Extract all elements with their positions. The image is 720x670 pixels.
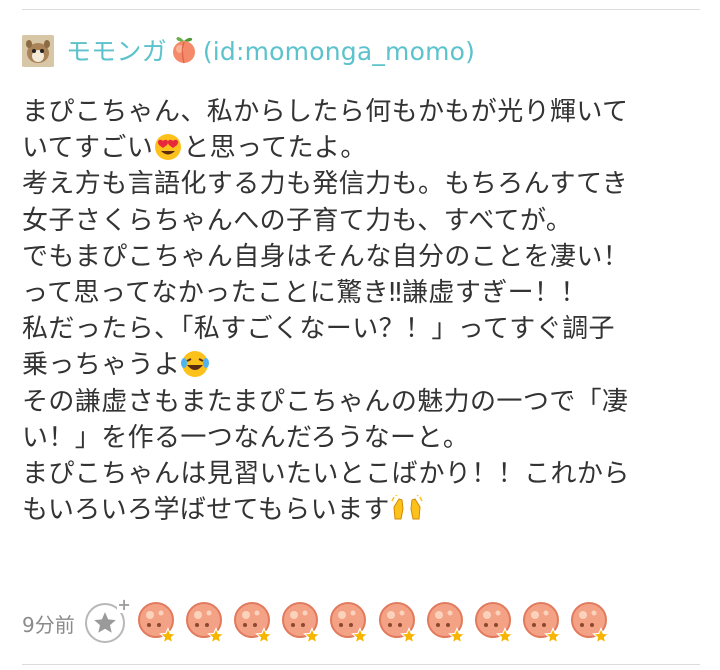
- user-id: (id:momonga_momo): [202, 37, 476, 66]
- peach-star-icon[interactable]: [233, 601, 273, 645]
- peach-star-icon[interactable]: [474, 601, 514, 645]
- raised-hands-emoji-icon: [391, 493, 423, 533]
- comment-line: 私だったら、「私すごくなーい？！」ってすぐ調子: [22, 314, 615, 345]
- peach-star-icon[interactable]: [426, 601, 466, 645]
- timestamp: 9分前: [22, 612, 75, 637]
- user-name-link[interactable]: モモンガ (id:momonga_momo): [66, 32, 475, 70]
- comment-line: い！」を作る一つなんだろうなーと。: [22, 422, 470, 453]
- add-star-button[interactable]: +: [84, 597, 131, 643]
- peach-star-icon[interactable]: [185, 601, 225, 645]
- bottom-divider: [22, 664, 700, 665]
- peach-star-icon[interactable]: [522, 601, 563, 645]
- comment-line: 考え方も言語化する力も発信力も。もちろんすてき: [22, 169, 629, 200]
- comment-text: と思ってたよ。: [183, 133, 367, 164]
- peach-star-icon[interactable]: [329, 601, 370, 645]
- top-divider: [22, 9, 700, 10]
- comment-footer: 9分前 +: [22, 597, 619, 648]
- user-avatar[interactable]: [22, 35, 54, 67]
- comment-line: まぴこちゃんは見習いたいとこばかり！！これから: [22, 458, 630, 489]
- comment-line: でもまぴこちゃん自身はそんな自分のことを凄い！: [22, 241, 630, 272]
- peach-star-icon[interactable]: [570, 601, 611, 645]
- peach-star-icon[interactable]: [281, 601, 322, 645]
- comment-line: って思ってなかったことに驚き‼謙虚すぎー！！: [22, 277, 587, 308]
- peach-star-icon[interactable]: [137, 601, 177, 645]
- comment-line: その謙虚さもまたまぴこちゃんの魅力の一つで「凄: [22, 386, 629, 417]
- comment-body: まぴこちゃん、私からしたら何もかもが光り輝いて いてすごい と思ってたよ。 考え方…: [22, 94, 702, 528]
- plus-icon: +: [117, 595, 131, 614]
- comment-text: いてすごい: [22, 133, 154, 164]
- peach-icon: [169, 34, 199, 70]
- comment-line: 乗っちゃうよ: [22, 347, 702, 383]
- peach-star-icon[interactable]: [378, 601, 418, 645]
- star-list: [137, 601, 619, 645]
- comment-header: モモンガ (id:momonga_momo): [22, 32, 475, 70]
- comment-line: まぴこちゃん、私からしたら何もかもが光り輝いて: [22, 97, 629, 127]
- comment-line: いてすごい と思ってたよ。: [22, 130, 702, 166]
- comment-text: もいろいろ学ばせてもらいます: [22, 495, 390, 526]
- comment-line: 女子さくらちゃんへの子育て力も、すべてが。: [22, 205, 573, 236]
- comment-text: 乗っちゃうよ: [22, 350, 181, 381]
- star-icon: [93, 612, 116, 633]
- laughing-tears-emoji-icon: [181, 350, 210, 388]
- user-display-name: モモンガ: [66, 37, 167, 66]
- comment-line: もいろいろ学ばせてもらいます: [22, 492, 702, 528]
